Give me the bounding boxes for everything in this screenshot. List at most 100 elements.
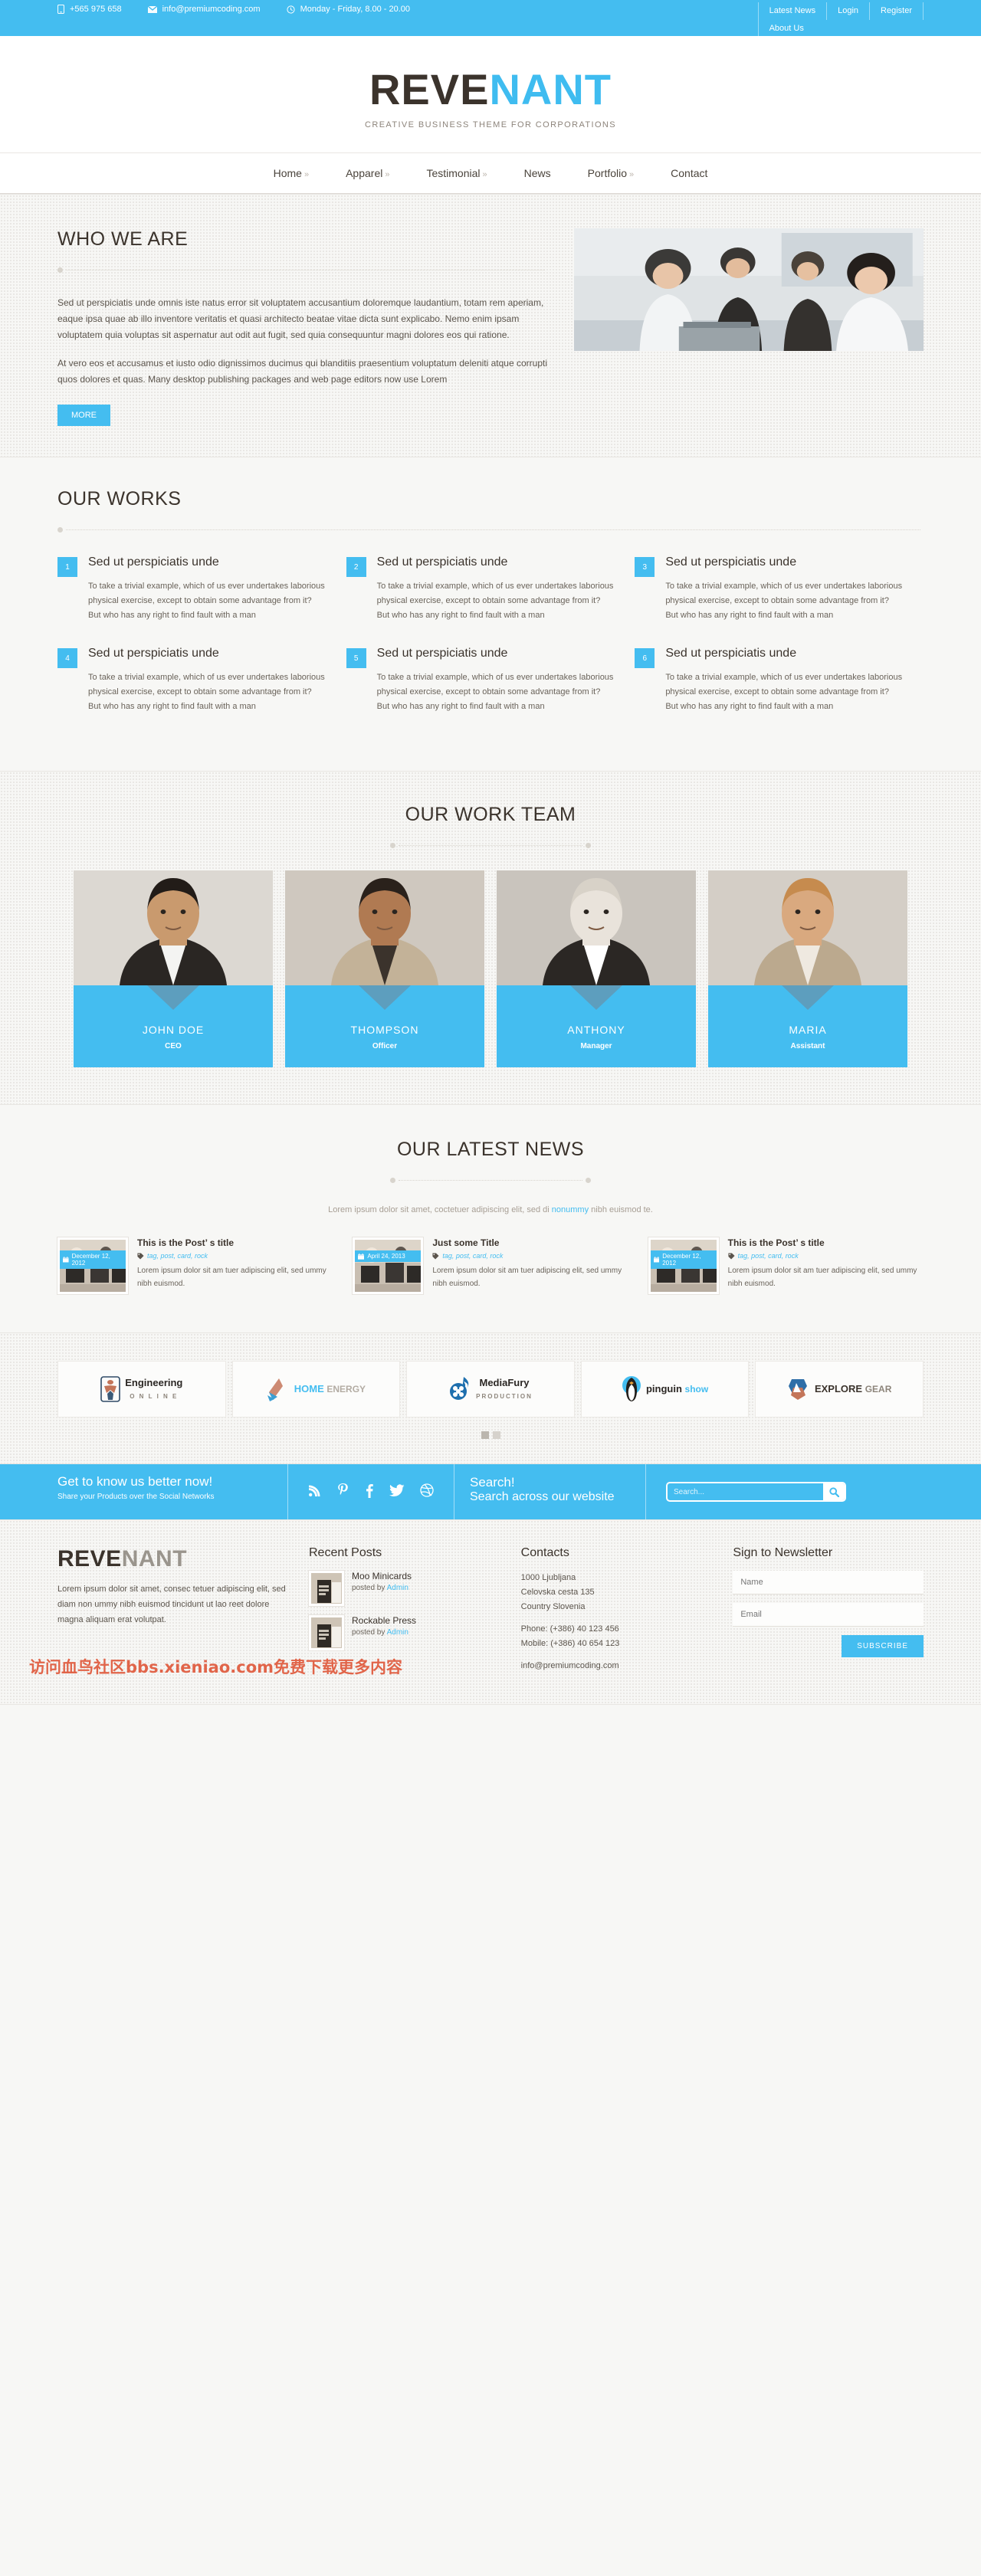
top-bar: +565 975 658 info@premiumcoding.com Mond… — [0, 0, 981, 38]
top-bar-links-secondary: About Us — [757, 20, 815, 38]
footer-logo-part-1: REVE — [57, 1546, 122, 1571]
pinterest-icon[interactable] — [336, 1483, 349, 1501]
news-post-tags[interactable]: tag, post, card, rock — [432, 1252, 628, 1260]
section-divider — [57, 840, 924, 850]
news-post-tags[interactable]: tag, post, card, rock — [728, 1252, 924, 1260]
footer-logo[interactable]: REVENANT — [57, 1546, 287, 1572]
site-tagline: CREATIVE BUSINESS THEME FOR CORPORATIONS — [365, 120, 616, 129]
team-member: ANTHONY Manager — [497, 870, 696, 1067]
divider-knob — [586, 842, 591, 848]
newsletter-title: Sign to Newsletter — [733, 1546, 833, 1559]
news-title: OUR LATEST NEWS — [396, 1139, 585, 1160]
team-member-name: MARIA — [789, 1024, 827, 1036]
partner-logo-sub: ENERGY — [326, 1383, 366, 1395]
nav-item-apparel[interactable]: Apparel» — [327, 153, 408, 193]
recent-post-thumbnail[interactable] — [309, 1571, 344, 1606]
email-info: info@premiumcoding.com — [147, 5, 261, 14]
news-post-title[interactable]: This is the Post’ s title — [728, 1237, 924, 1249]
phone-icon — [57, 5, 64, 14]
news-post-excerpt: Lorem ipsum dolor sit am tuer adipiscing… — [137, 1267, 326, 1288]
search-subtext: Search across our website — [470, 1490, 615, 1503]
clock-icon — [286, 5, 295, 14]
partner-logo[interactable]: pinguin show — [580, 1361, 750, 1417]
newsletter-email-input[interactable] — [733, 1603, 924, 1627]
search-box[interactable] — [666, 1482, 846, 1502]
work-item-text: To take a trivial example, which of us e… — [665, 582, 903, 620]
news-post-thumbnail[interactable]: December 12, 2012 — [57, 1237, 128, 1294]
link-login[interactable]: Login — [827, 2, 871, 20]
phone-info: +565 975 658 — [57, 5, 122, 14]
nav-label: Contact — [671, 167, 708, 179]
work-item-title: Sed ut perspiciatis unde — [665, 647, 797, 660]
rss-icon[interactable] — [308, 1484, 321, 1500]
news-post-tags[interactable]: tag, post, card, rock — [137, 1252, 333, 1260]
news-post-title[interactable]: This is the Post’ s title — [137, 1237, 333, 1249]
footer-logo-part-2: NANT — [121, 1546, 188, 1571]
home-energy-logo-icon — [267, 1378, 283, 1401]
more-button[interactable]: MORE — [57, 405, 110, 426]
nav-item-contact[interactable]: Contact — [652, 153, 726, 193]
work-number-badge: 5 — [346, 648, 366, 668]
carousel-dot-2[interactable] — [492, 1431, 500, 1439]
nav-item-home[interactable]: Home» — [255, 153, 327, 193]
partner-logo[interactable]: MediaFury PRODUCTION — [406, 1361, 575, 1417]
recent-post-thumbnail[interactable] — [309, 1615, 344, 1650]
newsletter-name-input[interactable] — [733, 1571, 924, 1594]
partner-logo-name: pinguin — [645, 1382, 682, 1395]
recent-post-author-link[interactable]: Admin — [387, 1628, 408, 1637]
team-member-info: ANTHONY Manager — [497, 985, 696, 1067]
cta-subtext: Share your Products over the Social Netw… — [57, 1493, 215, 1501]
partner-logo[interactable]: EXPLORE GEAR — [755, 1361, 924, 1417]
news-post-thumbnail[interactable]: December 12, 2012 — [648, 1237, 719, 1294]
news-post-thumbnail[interactable]: April 24, 2013 — [353, 1237, 424, 1294]
pinguin-logo-icon — [622, 1376, 641, 1401]
contact-email[interactable]: info@premiumcoding.com — [521, 1659, 712, 1673]
tag-icon — [137, 1252, 144, 1260]
team-member-name: JOHN DOE — [142, 1024, 205, 1036]
news-post-date-text: December 12, 2012 — [71, 1253, 110, 1267]
recent-post-author-prefix: posted by — [352, 1584, 387, 1592]
partner-logo[interactable]: HOME ENERGY — [231, 1361, 401, 1417]
facebook-icon[interactable] — [365, 1483, 374, 1501]
divider-knob — [390, 1177, 395, 1183]
recent-post-title[interactable]: Moo Minicards — [352, 1571, 412, 1581]
team-member: MARIA Assistant — [708, 870, 907, 1067]
link-register[interactable]: Register — [870, 2, 924, 20]
team-member: JOHN DOE CEO — [74, 870, 273, 1067]
nav-item-news[interactable]: News — [506, 153, 569, 193]
recent-post-item: Moo Minicards posted by Admin — [309, 1571, 500, 1606]
subscribe-button[interactable]: SUBSCRIBE — [842, 1635, 924, 1657]
twitter-icon[interactable] — [389, 1484, 405, 1499]
partner-logo-sub: show — [684, 1383, 709, 1395]
nav-item-portfolio[interactable]: Portfolio» — [569, 153, 652, 193]
contact-address: 1000 Ljubljana Celovska cesta 135 Countr… — [520, 1573, 595, 1611]
search-button[interactable] — [823, 1483, 845, 1500]
site-logo[interactable]: REVENANT — [57, 68, 924, 111]
search-input[interactable] — [668, 1483, 823, 1500]
news-post-date: December 12, 2012 — [650, 1250, 717, 1269]
recent-post-author-link[interactable]: Admin — [387, 1584, 408, 1592]
link-latest-news[interactable]: Latest News — [757, 2, 828, 20]
our-works-section: OUR WORKS 1 Sed ut perspiciatis unde To ta… — [0, 457, 981, 771]
link-about-us[interactable]: About Us — [757, 20, 815, 38]
carousel-dot-1[interactable] — [481, 1431, 489, 1439]
news-intro-highlight: nonummy — [551, 1205, 589, 1214]
logo-part-2: NANT — [489, 65, 612, 113]
news-post-title[interactable]: Just some Title — [432, 1237, 628, 1249]
work-item-text: To take a trivial example, which of us e… — [376, 673, 614, 711]
carousel-pagination[interactable] — [57, 1431, 924, 1439]
chevron-right-icon: » — [303, 170, 310, 179]
chevron-right-icon: » — [482, 170, 487, 179]
team-title: OUR WORK TEAM — [405, 804, 576, 825]
hours-text: Monday - Friday, 8.00 - 20.00 — [300, 5, 411, 14]
partner-logo[interactable]: Engineering O N L I N E — [57, 1361, 226, 1417]
envelope-icon — [147, 5, 157, 13]
news-post-tags-text: tag, post, card, rock — [147, 1252, 208, 1260]
work-number-badge: 2 — [346, 557, 366, 577]
recent-post-title[interactable]: Rockable Press — [352, 1615, 416, 1626]
nav-item-testimonial[interactable]: Testimonial» — [408, 153, 505, 193]
news-post: December 12, 2012 This is the Post’ s tit… — [57, 1237, 333, 1294]
work-number-badge: 4 — [57, 648, 77, 668]
calendar-icon — [63, 1257, 69, 1263]
dribbble-icon[interactable] — [420, 1483, 434, 1500]
